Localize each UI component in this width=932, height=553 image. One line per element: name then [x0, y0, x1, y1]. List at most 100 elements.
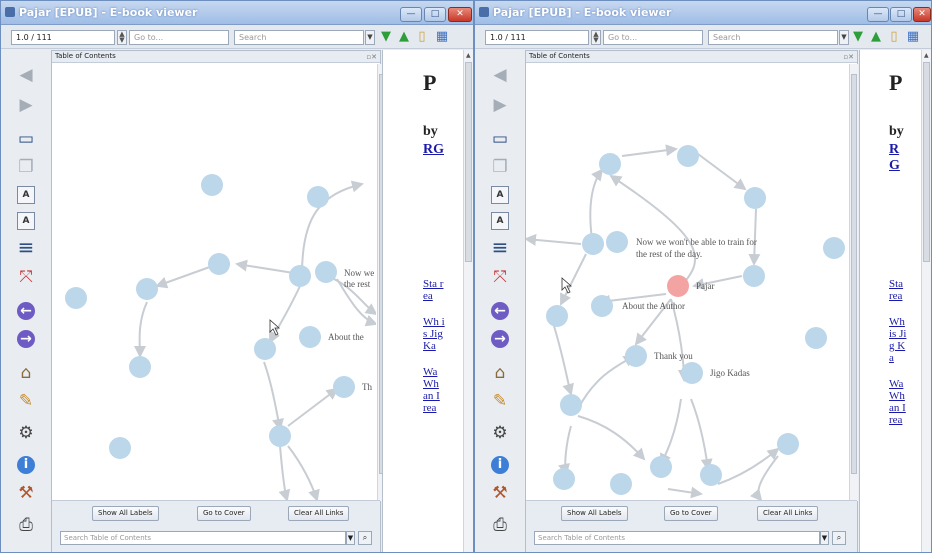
graph-node[interactable]: [129, 356, 151, 378]
find-next-icon[interactable]: ▼: [378, 29, 394, 45]
book-link[interactable]: Wh is Jig Ka: [889, 316, 909, 364]
graph-node[interactable]: [591, 295, 613, 317]
find-previous-icon[interactable]: ▲: [868, 29, 884, 45]
graph-node[interactable]: [823, 237, 845, 259]
toc-list-icon[interactable]: ≡: [15, 236, 37, 258]
fullscreen-icon[interactable]: ⤧: [15, 266, 37, 288]
reference-icon[interactable]: ▦: [905, 29, 921, 45]
clear-all-links-button[interactable]: Clear All Links: [288, 506, 350, 521]
book-link[interactable]: Wh is Jig Ka: [423, 316, 445, 352]
toc-search-dropdown-icon[interactable]: ▼: [346, 531, 355, 545]
toc-scrollbar[interactable]: [849, 64, 858, 501]
graph-node[interactable]: [599, 153, 621, 175]
info-icon[interactable]: i: [491, 456, 509, 474]
font-larger-icon[interactable]: A: [491, 186, 509, 204]
clear-all-links-button[interactable]: Clear All Links: [757, 506, 819, 521]
show-all-labels-button[interactable]: Show All Labels: [561, 506, 628, 521]
preferences-gear-icon[interactable]: ⚙: [15, 422, 37, 444]
graph-node[interactable]: [333, 376, 355, 398]
go-to-cover-button[interactable]: Go to Cover: [197, 506, 251, 521]
print-icon[interactable]: ⎙: [15, 514, 37, 536]
book-author-link[interactable]: RG: [889, 142, 903, 174]
graph-node[interactable]: [254, 338, 276, 360]
search-dropdown-icon[interactable]: ▼: [365, 30, 375, 45]
book-link[interactable]: Sta rea: [889, 278, 909, 302]
next-chapter-icon[interactable]: →: [17, 330, 35, 348]
minimize-button[interactable]: —: [867, 7, 889, 22]
graph-node[interactable]: [553, 468, 575, 490]
fullscreen-icon[interactable]: ⤧: [489, 266, 511, 288]
library-icon[interactable]: ⌂: [489, 362, 511, 384]
graph-node[interactable]: [606, 231, 628, 253]
graph-node[interactable]: [625, 345, 647, 367]
panel-float-close-icon[interactable]: ▫✕: [366, 52, 377, 63]
book-author-link[interactable]: RG: [423, 142, 453, 158]
show-all-labels-button[interactable]: Show All Labels: [92, 506, 159, 521]
reference-mode-icon[interactable]: ✎: [489, 390, 511, 412]
goto-field[interactable]: Go to...: [603, 30, 703, 45]
graph-node[interactable]: [269, 425, 291, 447]
toc-graph[interactable]: Now we won't be able to train for the re…: [526, 64, 848, 500]
graph-node[interactable]: [299, 326, 321, 348]
close-button[interactable]: ✕: [913, 7, 931, 22]
bookmark-icon[interactable]: ▯: [414, 29, 430, 45]
forward-arrow-icon[interactable]: ▶: [489, 94, 511, 116]
page-scrollbar[interactable]: ▲: [921, 50, 931, 552]
copy-icon[interactable]: ❐: [15, 156, 37, 178]
binoculars-icon[interactable]: ⌕: [832, 531, 846, 545]
binoculars-icon[interactable]: ⌕: [358, 531, 372, 545]
font-smaller-icon[interactable]: A: [491, 212, 509, 230]
next-chapter-icon[interactable]: →: [491, 330, 509, 348]
book-link[interactable]: Wa Wh an I rea: [889, 378, 909, 426]
graph-node[interactable]: [109, 437, 131, 459]
position-spinner[interactable]: ▲ ▼: [591, 30, 601, 45]
graph-node[interactable]: [560, 394, 582, 416]
go-to-cover-button[interactable]: Go to Cover: [664, 506, 718, 521]
graph-node[interactable]: [777, 433, 799, 455]
toc-search-dropdown-icon[interactable]: ▼: [820, 531, 829, 545]
maximize-button[interactable]: □: [424, 7, 446, 22]
forward-arrow-icon[interactable]: ▶: [15, 94, 37, 116]
reference-icon[interactable]: ▦: [434, 29, 450, 45]
book-link[interactable]: Wa Wh an I rea: [423, 366, 445, 414]
search-input[interactable]: Search: [234, 30, 364, 45]
print-preview-icon[interactable]: ▭: [489, 128, 511, 150]
graph-node[interactable]: [307, 186, 329, 208]
graph-node[interactable]: [700, 464, 722, 486]
graph-node[interactable]: [546, 305, 568, 327]
library-icon[interactable]: ⌂: [15, 362, 37, 384]
font-larger-icon[interactable]: A: [17, 186, 35, 204]
back-arrow-icon[interactable]: ◀: [15, 64, 37, 86]
tools-icon[interactable]: ⚒: [15, 482, 37, 504]
search-dropdown-icon[interactable]: ▼: [839, 30, 849, 45]
graph-node[interactable]: [65, 287, 87, 309]
graph-node[interactable]: [315, 261, 337, 283]
print-icon[interactable]: ⎙: [489, 514, 511, 536]
graph-node[interactable]: [805, 327, 827, 349]
toc-search-input[interactable]: Search Table of Contents: [534, 531, 820, 545]
toc-graph[interactable]: Now we the rest About the Th: [52, 64, 376, 500]
print-preview-icon[interactable]: ▭: [15, 128, 37, 150]
close-button[interactable]: ✕: [448, 7, 472, 22]
graph-node[interactable]: [743, 265, 765, 287]
preferences-gear-icon[interactable]: ⚙: [489, 422, 511, 444]
active-graph-node[interactable]: [667, 275, 689, 297]
position-field[interactable]: 1.0 / 111: [485, 30, 589, 45]
copy-icon[interactable]: ❐: [489, 156, 511, 178]
graph-node[interactable]: [208, 253, 230, 275]
goto-field[interactable]: Go to...: [129, 30, 229, 45]
position-field[interactable]: 1.0 / 111: [11, 30, 115, 45]
minimize-button[interactable]: —: [400, 7, 422, 22]
toc-list-icon[interactable]: ≡: [489, 236, 511, 258]
graph-node[interactable]: [201, 174, 223, 196]
find-previous-icon[interactable]: ▲: [396, 29, 412, 45]
back-arrow-icon[interactable]: ◀: [489, 64, 511, 86]
graph-node[interactable]: [610, 473, 632, 495]
tools-icon[interactable]: ⚒: [489, 482, 511, 504]
maximize-button[interactable]: □: [890, 7, 912, 22]
book-link[interactable]: Sta rea: [423, 278, 445, 302]
panel-float-close-icon[interactable]: ▫✕: [843, 52, 854, 63]
graph-node[interactable]: [744, 187, 766, 209]
graph-node[interactable]: [650, 456, 672, 478]
font-smaller-icon[interactable]: A: [17, 212, 35, 230]
